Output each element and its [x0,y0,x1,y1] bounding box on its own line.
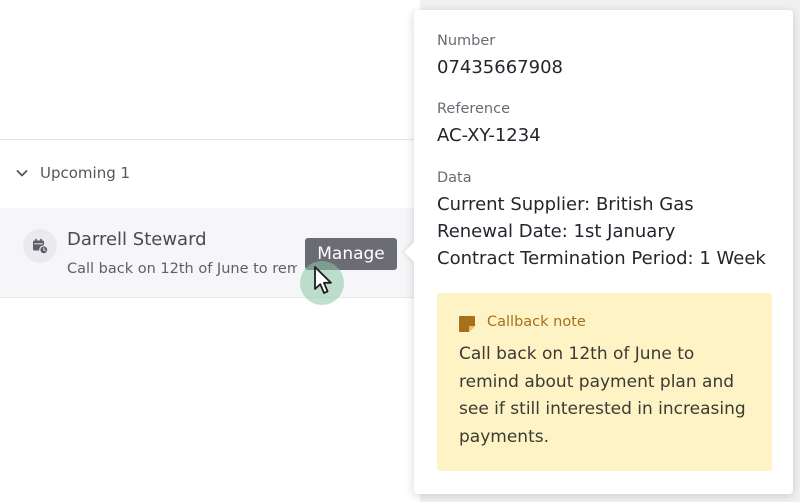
reference-label: Reference [437,101,511,117]
item-description: Call back on 12th of June to remind abou… [67,261,297,277]
contact-name: Darrell Steward [67,229,207,250]
data-line-renewal: Renewal Date: 1st January [437,221,676,242]
section-label: Upcoming 1 [40,164,131,182]
number-label: Number [437,33,496,49]
reference-value: AC-XY-1234 [437,125,541,146]
data-label: Data [437,170,472,186]
divider [0,139,420,140]
mouse-pointer-icon [314,266,332,294]
note-text: Call back on 12th of June to remind abou… [459,344,746,447]
data-line-termination: Contract Termination Period: 1 Week [437,248,766,269]
note-title: Callback note [487,314,586,330]
upcoming-section-toggle[interactable]: Upcoming 1 [14,160,130,186]
number-value: 07435667908 [437,57,563,78]
chevron-down-icon [16,170,28,177]
data-line-supplier: Current Supplier: British Gas [437,194,694,215]
sticky-note-icon [459,316,475,332]
calendar-clock-icon [23,229,57,263]
